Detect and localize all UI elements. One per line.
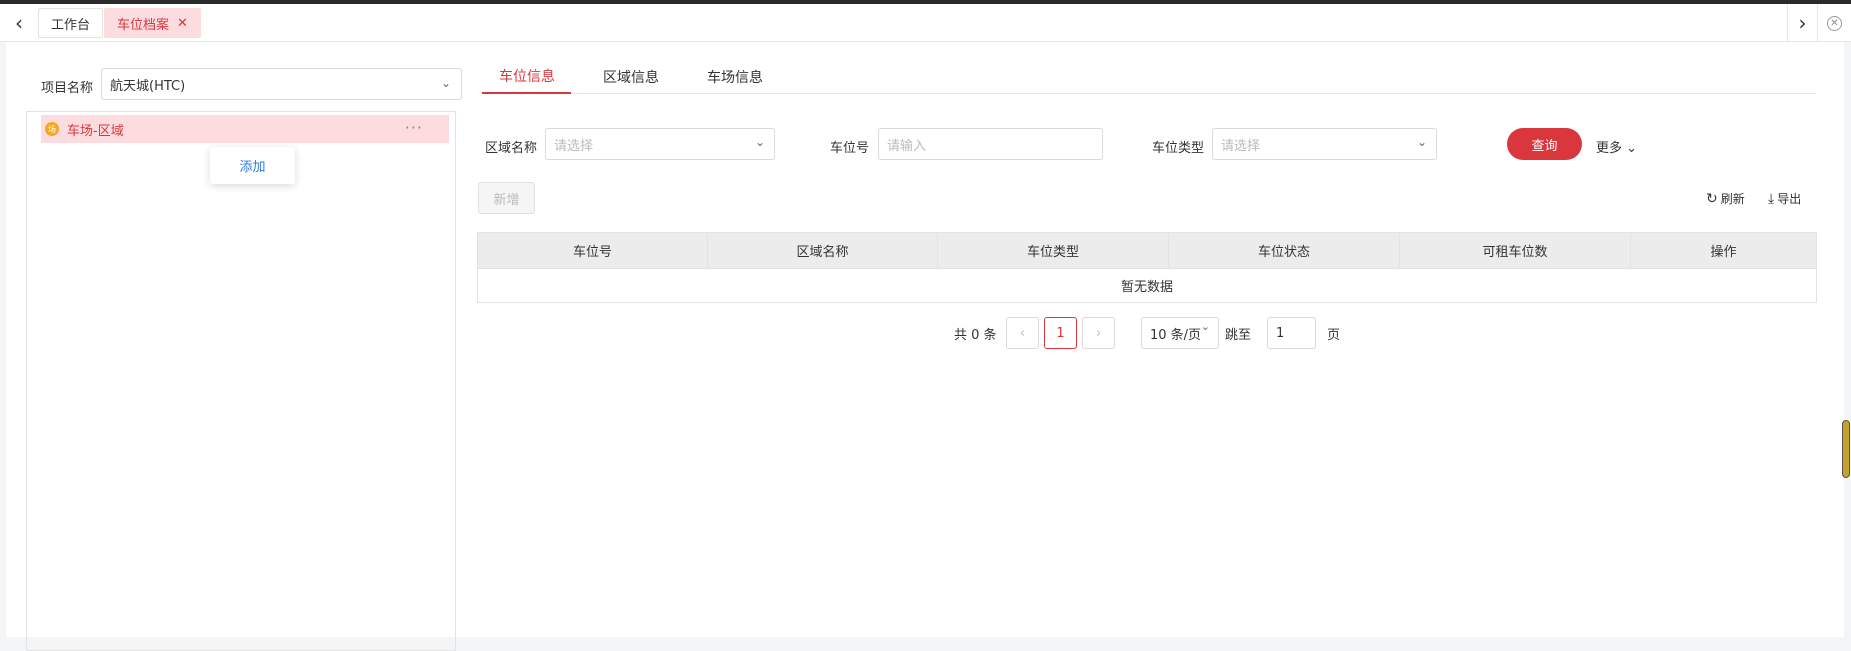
jump-page-value: 1 [1276,325,1285,341]
column-area-name: 区域名称 [708,233,938,268]
chevron-right-icon[interactable]: › [1787,4,1817,42]
project-select[interactable]: 航天城(HTC) ⌄ [101,68,462,100]
tree-panel: 场 车场-区域 ··· [26,111,456,651]
query-button[interactable]: 查询 [1507,128,1582,160]
project-label: 项目名称 [41,81,94,96]
tab-area-info[interactable]: 区域信息 [603,59,659,94]
more-filters-toggle[interactable]: 更多 ⌄ [1596,137,1637,156]
tab-home[interactable]: 工作台 [38,8,104,38]
detail-tabs: 车位信息 区域信息 车场信息 [482,59,1816,94]
prev-page-button[interactable]: ‹ [1006,317,1039,349]
jump-label: 跳至 [1225,327,1252,343]
tab-spot-info[interactable]: 车位信息 [482,59,571,94]
chevron-down-icon: ⌄ [1416,135,1427,149]
page-number-current[interactable]: 1 [1044,317,1077,349]
refresh-label: 刷新 [1720,192,1745,206]
refresh-button[interactable]: ↻ 刷新 [1706,190,1745,207]
chevron-down-icon: ⌄ [1626,141,1638,156]
column-spot-type: 车位类型 [938,233,1169,268]
spot-type-select[interactable]: 请选择 ⌄ [1212,128,1437,160]
column-spot-number: 车位号 [478,233,708,268]
tab-active-label: 车位档案 [117,17,170,33]
add-button[interactable]: 新增 [478,182,535,214]
scrollbar-thumb[interactable] [1842,420,1850,478]
tab-bar: ‹ 工作台 车位档案 ✕ › ✕ [0,4,1851,42]
tab-parking-archive[interactable]: 车位档案 ✕ [104,8,201,38]
spot-table: 车位号 区域名称 车位类型 车位状态 可租车位数 操作 暂无数据 [477,232,1817,303]
refresh-icon: ↻ [1706,190,1718,207]
pagination-total: 共 0 条 [954,327,997,343]
jump-page-input[interactable]: 1 [1267,317,1316,349]
area-name-select[interactable]: 请选择 ⌄ [545,128,775,160]
area-name-placeholder: 请选择 [554,138,594,154]
download-icon: ⤓ [1768,190,1775,207]
tab-lot-info[interactable]: 车场信息 [707,59,763,94]
chevron-left-icon[interactable]: ‹ [0,4,38,42]
chevron-down-icon: ⌄ [1200,320,1210,333]
more-label: 更多 [1596,141,1623,156]
area-name-label: 区域名称 [485,141,538,156]
table-header: 车位号 区域名称 车位类型 车位状态 可租车位数 操作 [478,233,1816,269]
spot-number-input[interactable]: 请输入 [878,128,1103,160]
spot-type-placeholder: 请选择 [1221,138,1261,154]
more-dots-icon[interactable]: ··· [405,118,423,137]
close-icon[interactable]: ✕ [177,16,188,31]
project-select-value: 航天城(HTC) [110,78,186,94]
column-spot-status: 车位状态 [1169,233,1400,268]
export-button[interactable]: ⤓ 导出 [1768,190,1801,207]
close-all-tabs-button[interactable]: ✕ [1817,4,1851,42]
column-rentable-count: 可租车位数 [1400,233,1631,268]
add-node-popover-item[interactable]: 添加 [210,147,295,184]
table-empty-text: 暂无数据 [1120,280,1173,295]
column-actions: 操作 [1710,245,1737,260]
tree-node-parking-area[interactable]: 场 车场-区域 ··· [41,115,449,143]
page-unit-label: 页 [1327,327,1341,343]
close-circle-icon: ✕ [1827,15,1842,31]
tab-home-label: 工作台 [51,17,91,33]
page-size-select[interactable]: 10 条/页 ⌄ [1141,317,1219,349]
spot-number-placeholder: 请输入 [887,138,927,154]
chevron-down-icon: ⌄ [440,76,451,90]
chevron-down-icon: ⌄ [754,135,765,149]
page-size-value: 10 条/页 [1150,327,1202,343]
main-content: 项目名称 航天城(HTC) ⌄ 场 车场-区域 ··· 添加 车位信息 区域信息… [6,42,1844,651]
export-label: 导出 [1777,192,1802,206]
spot-type-label: 车位类型 [1152,141,1205,156]
next-page-button[interactable]: › [1082,317,1115,349]
spot-number-label: 车位号 [830,141,870,156]
tree-node-label: 车场-区域 [67,123,124,139]
parking-lot-icon: 场 [45,122,59,136]
